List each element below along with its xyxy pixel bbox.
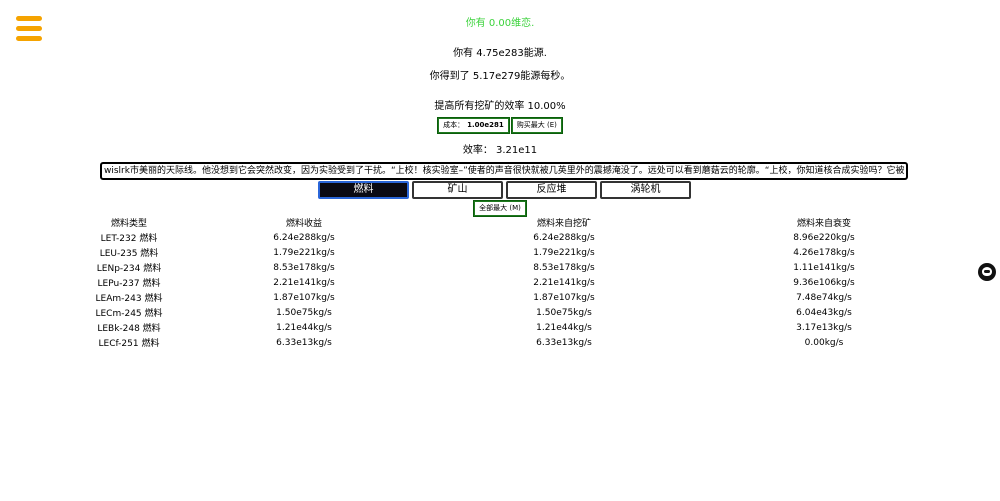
table-row: LEU-235 燃料 1.79e221kg/s 1.79e221kg/s 4.2… (84, 245, 954, 260)
table-row: LECf-251 燃料 6.33e13kg/s 6.33e13kg/s 0.00… (84, 335, 954, 350)
fuel-type-cell: LENp-234 燃料 (96, 264, 162, 274)
table-header-row: 燃料类型 燃料收益 燃料来自挖矿 燃料来自衰变 (84, 215, 954, 230)
fuel-decay-cell: 7.48e74kg/s (796, 292, 852, 303)
table-row: LENp-234 燃料 8.53e178kg/s 8.53e178kg/s 1.… (84, 260, 954, 275)
fuel-decay-cell: 9.36e106kg/s (793, 277, 855, 288)
fuel-mining-cell: 2.21e141kg/s (533, 277, 595, 288)
tab-bar: 燃料 矿山 反应堆 涡轮机 (318, 181, 691, 199)
fuel-table: 燃料类型 燃料收益 燃料来自挖矿 燃料来自衰变 LET-232 燃料 6.24e… (84, 215, 954, 350)
buy-boost-button[interactable]: 成本： 1.00e281 (437, 117, 510, 134)
fuel-mining-cell: 1.79e221kg/s (533, 247, 595, 258)
table-row: LEPu-237 燃料 2.21e141kg/s 2.21e141kg/s 9.… (84, 275, 954, 290)
fuel-gain-cell: 1.21e44kg/s (276, 322, 332, 333)
table-row: LET-232 燃料 6.24e288kg/s 6.24e288kg/s 8.9… (84, 230, 954, 245)
status-text: 你有 0.00维恋. (465, 18, 535, 29)
fuel-type-cell: LEU-235 燃料 (99, 249, 159, 259)
cost-label: 成本： (443, 121, 465, 129)
efficiency-text: 效率： 3.21e11 (462, 145, 538, 156)
max-all-button[interactable]: 全部最大 (M) (473, 200, 527, 217)
fuel-type-cell: LEAm-243 燃料 (95, 294, 163, 304)
fuel-gain-cell: 1.87e107kg/s (273, 292, 335, 303)
cost-value: 1.00e281 (467, 121, 504, 129)
fuel-gain-cell: 1.79e221kg/s (273, 247, 335, 258)
tab-mines[interactable]: 矿山 (412, 181, 503, 199)
fuel-mining-cell: 6.33e13kg/s (536, 337, 592, 348)
boost-button-row: 成本： 1.00e281 购买最大 (E) (0, 117, 1000, 134)
fuel-decay-cell: 4.26e178kg/s (793, 247, 855, 258)
header-fuel-from-mining: 燃料来自挖矿 (536, 219, 591, 229)
table-row: LECm-245 燃料 1.50e75kg/s 1.50e75kg/s 6.04… (84, 305, 954, 320)
fuel-decay-cell: 1.11e141kg/s (793, 262, 855, 273)
boost-description: 提高所有挖矿的效率 10.00% (434, 101, 566, 112)
fuel-mining-cell: 1.87e107kg/s (533, 292, 595, 303)
fuel-decay-cell: 3.17e13kg/s (796, 322, 852, 333)
fuel-decay-cell: 8.96e220kg/s (793, 232, 855, 243)
buy-max-button[interactable]: 购买最大 (E) (510, 117, 563, 134)
max-all-row: 全部最大 (M) (0, 200, 1000, 217)
fuel-type-cell: LET-232 燃料 (100, 234, 158, 244)
fuel-mining-cell: 1.50e75kg/s (536, 307, 592, 318)
github-octocat-icon[interactable] (978, 263, 996, 281)
tab-fuel[interactable]: 燃料 (318, 181, 409, 199)
fuel-mining-cell: 8.53e178kg/s (533, 262, 595, 273)
fuel-type-cell: LEPu-237 燃料 (97, 279, 161, 289)
tab-turbine[interactable]: 涡轮机 (600, 181, 691, 199)
fuel-gain-cell: 2.21e141kg/s (273, 277, 335, 288)
fuel-decay-cell: 0.00kg/s (804, 337, 844, 348)
fuel-decay-cell: 6.04e43kg/s (796, 307, 852, 318)
fuel-gain-cell: 6.24e288kg/s (273, 232, 335, 243)
table-row: LEBk-248 燃料 1.21e44kg/s 1.21e44kg/s 3.17… (84, 320, 954, 335)
tab-reactor[interactable]: 反应堆 (506, 181, 597, 199)
fuel-gain-cell: 8.53e178kg/s (273, 262, 335, 273)
fuel-type-cell: LEBk-248 燃料 (97, 324, 161, 334)
energy-amount: 你有 4.75e283能源. (453, 48, 547, 59)
fuel-type-cell: LECm-245 燃料 (95, 309, 163, 319)
header-fuel-gain: 燃料收益 (285, 219, 322, 229)
header-fuel-type: 燃料类型 (110, 219, 147, 229)
fuel-gain-cell: 1.50e75kg/s (276, 307, 332, 318)
fuel-gain-cell: 6.33e13kg/s (276, 337, 332, 348)
fuel-mining-cell: 1.21e44kg/s (536, 322, 592, 333)
fuel-mining-cell: 6.24e288kg/s (533, 232, 595, 243)
game-page: 你有 0.00维恋. 你有 4.75e283能源. 你得到了 5.17e279能… (0, 0, 1000, 501)
energy-rate: 你得到了 5.17e279能源每秒。 (429, 71, 571, 82)
fuel-type-cell: LECf-251 燃料 (98, 339, 160, 349)
table-row: LEAm-243 燃料 1.87e107kg/s 1.87e107kg/s 7.… (84, 290, 954, 305)
header-fuel-from-decay: 燃料来自衰变 (796, 219, 851, 229)
news-ticker: wislrk市美丽的天际线。他没想到它会突然改变，因为实验受到了干扰。“上校！核… (100, 162, 908, 180)
